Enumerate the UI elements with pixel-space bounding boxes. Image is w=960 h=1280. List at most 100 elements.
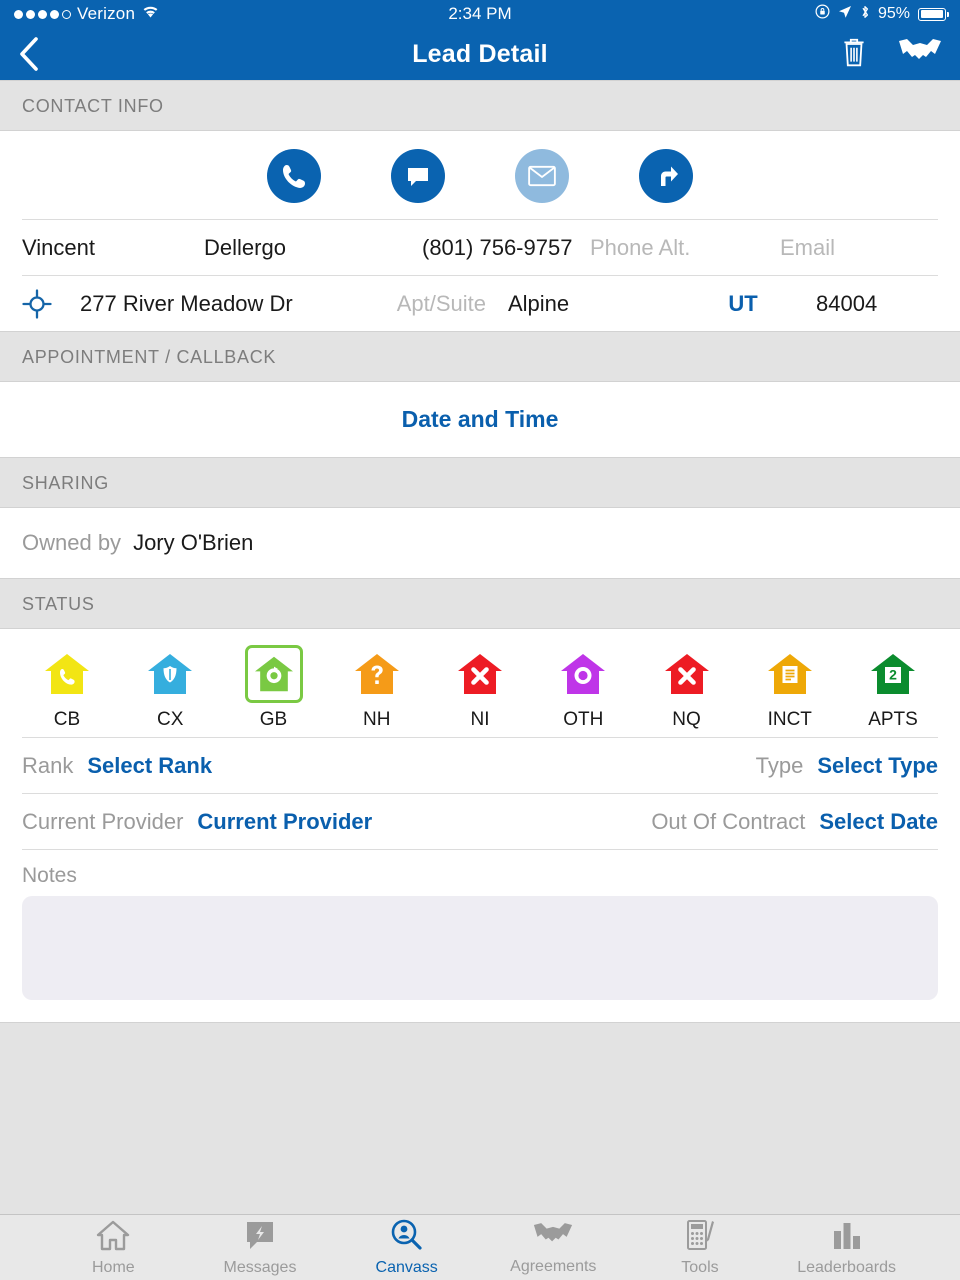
- empty-space: [0, 1022, 960, 1214]
- battery-percent-label: 95%: [878, 5, 910, 23]
- battery-icon: [918, 8, 946, 21]
- gps-crosshair-icon[interactable]: [22, 289, 80, 319]
- email-button[interactable]: [515, 149, 569, 203]
- provider-label: Current Provider: [22, 809, 183, 835]
- back-button[interactable]: [18, 37, 48, 71]
- section-header-status: STATUS: [0, 578, 960, 629]
- house-x-icon: [451, 645, 509, 703]
- tab-label-tools: Tools: [681, 1259, 718, 1277]
- tab-tools[interactable]: Tools: [645, 1219, 755, 1277]
- wifi-icon: [141, 4, 160, 24]
- state-value: UT: [728, 291, 757, 316]
- handshake-icon: [533, 1220, 573, 1255]
- house-refresh-icon: [245, 645, 303, 703]
- status-label-nq: NQ: [672, 709, 701, 731]
- tab-agreements[interactable]: Agreements: [498, 1220, 608, 1276]
- phone-field[interactable]: (801) 756-9757: [422, 235, 590, 261]
- notes-label: Notes: [0, 850, 960, 896]
- nav-actions: [840, 36, 942, 73]
- tab-messages[interactable]: Messages: [205, 1219, 315, 1277]
- tab-canvass[interactable]: Canvass: [352, 1219, 462, 1277]
- status-label-gb: GB: [260, 709, 287, 731]
- rank-label: Rank: [22, 753, 73, 779]
- apt-field[interactable]: Apt/Suite: [388, 291, 508, 317]
- status-label-cx: CX: [157, 709, 183, 731]
- call-button[interactable]: [267, 149, 321, 203]
- tab-leaderboards[interactable]: Leaderboards: [792, 1219, 902, 1277]
- appointment-section: Date and Time: [0, 382, 960, 457]
- address-row: 277 River Meadow Dr Apt/Suite Alpine UT …: [22, 275, 938, 331]
- tab-label-messages: Messages: [224, 1259, 297, 1277]
- house-phone-icon: [38, 645, 96, 703]
- last-name-value: Dellergo: [204, 235, 286, 261]
- status-bar: Verizon 2:34 PM 95%: [0, 0, 960, 28]
- calculator-icon: [683, 1219, 717, 1256]
- street-field[interactable]: 277 River Meadow Dr: [80, 291, 388, 317]
- house-circle-icon: [554, 645, 612, 703]
- provider-select[interactable]: Current Provider: [197, 809, 372, 835]
- phone-alt-placeholder: Phone Alt.: [590, 235, 690, 261]
- directions-button[interactable]: [639, 149, 693, 203]
- notes-input[interactable]: [22, 896, 938, 1000]
- out-of-contract-label: Out Of Contract: [651, 809, 805, 835]
- sharing-section: Owned by Jory O'Brien: [0, 508, 960, 578]
- status-option-gb[interactable]: GB: [235, 645, 313, 731]
- svg-text:2: 2: [889, 667, 897, 683]
- location-arrow-icon: [838, 5, 852, 24]
- house-x-icon: [658, 645, 716, 703]
- section-header-appointment: APPOINTMENT / CALLBACK: [0, 331, 960, 382]
- phone-value: (801) 756-9757: [422, 235, 572, 261]
- zip-value: 84004: [816, 291, 877, 316]
- type-label: Type: [756, 753, 804, 779]
- status-option-inct[interactable]: INCT: [751, 645, 829, 731]
- owned-by-row[interactable]: Owned by Jory O'Brien: [0, 508, 960, 578]
- status-option-ni[interactable]: NI: [441, 645, 519, 731]
- last-name-field[interactable]: Dellergo: [204, 235, 422, 261]
- email-placeholder: Email: [780, 235, 835, 261]
- zip-field[interactable]: 84004: [798, 291, 938, 317]
- house-document-icon: [761, 645, 819, 703]
- status-label-nh: NH: [363, 709, 390, 731]
- name-phone-row: Vincent Dellergo (801) 756-9757 Phone Al…: [22, 219, 938, 275]
- rank-type-row: Rank Select Rank Type Select Type: [22, 737, 938, 793]
- tab-label-canvass: Canvass: [376, 1259, 438, 1277]
- status-option-cx[interactable]: CX: [131, 645, 209, 731]
- contact-action-row: [0, 131, 960, 219]
- house-number-icon: 2: [864, 645, 922, 703]
- tab-label-home: Home: [92, 1259, 135, 1277]
- message-icon: [243, 1219, 277, 1256]
- state-field[interactable]: UT: [688, 291, 798, 317]
- house-shield-icon: [141, 645, 199, 703]
- first-name-value: Vincent: [22, 235, 95, 261]
- contact-info-section: Vincent Dellergo (801) 756-9757 Phone Al…: [0, 131, 960, 331]
- first-name-field[interactable]: Vincent: [22, 235, 204, 261]
- section-header-contact-info: CONTACT INFO: [0, 80, 960, 131]
- trash-icon[interactable]: [840, 36, 868, 73]
- handshake-icon[interactable]: [898, 36, 942, 73]
- city-value: Alpine: [508, 291, 569, 317]
- status-option-oth[interactable]: OTH: [544, 645, 622, 731]
- out-of-contract-date-select[interactable]: Select Date: [819, 809, 938, 835]
- tab-bar: Home Messages Canvass Agreements Tools: [0, 1214, 960, 1280]
- rank-select[interactable]: Select Rank: [87, 753, 212, 779]
- status-option-nh[interactable]: NH: [338, 645, 416, 731]
- status-label-inct: INCT: [768, 709, 812, 731]
- type-select[interactable]: Select Type: [817, 753, 938, 779]
- status-bar-left: Verizon: [14, 4, 160, 24]
- canvass-icon: [390, 1219, 424, 1256]
- city-field[interactable]: Alpine: [508, 291, 688, 317]
- email-field[interactable]: Email: [780, 235, 938, 261]
- status-option-row: CB CX GB NH: [0, 629, 960, 737]
- tab-home[interactable]: Home: [58, 1219, 168, 1277]
- date-and-time-button[interactable]: Date and Time: [0, 382, 960, 457]
- provider-contract-row: Current Provider Current Provider Out Of…: [22, 793, 938, 849]
- status-option-cb[interactable]: CB: [28, 645, 106, 731]
- message-button[interactable]: [391, 149, 445, 203]
- status-option-apts[interactable]: 2 APTS: [854, 645, 932, 731]
- phone-alt-field[interactable]: Phone Alt.: [590, 235, 780, 261]
- status-option-nq[interactable]: NQ: [648, 645, 726, 731]
- bar-chart-icon: [830, 1219, 864, 1256]
- rotation-lock-icon: [815, 4, 830, 24]
- page-title: Lead Detail: [0, 40, 960, 69]
- lead-detail-screen: Verizon 2:34 PM 95% Lead Detail: [0, 0, 960, 1280]
